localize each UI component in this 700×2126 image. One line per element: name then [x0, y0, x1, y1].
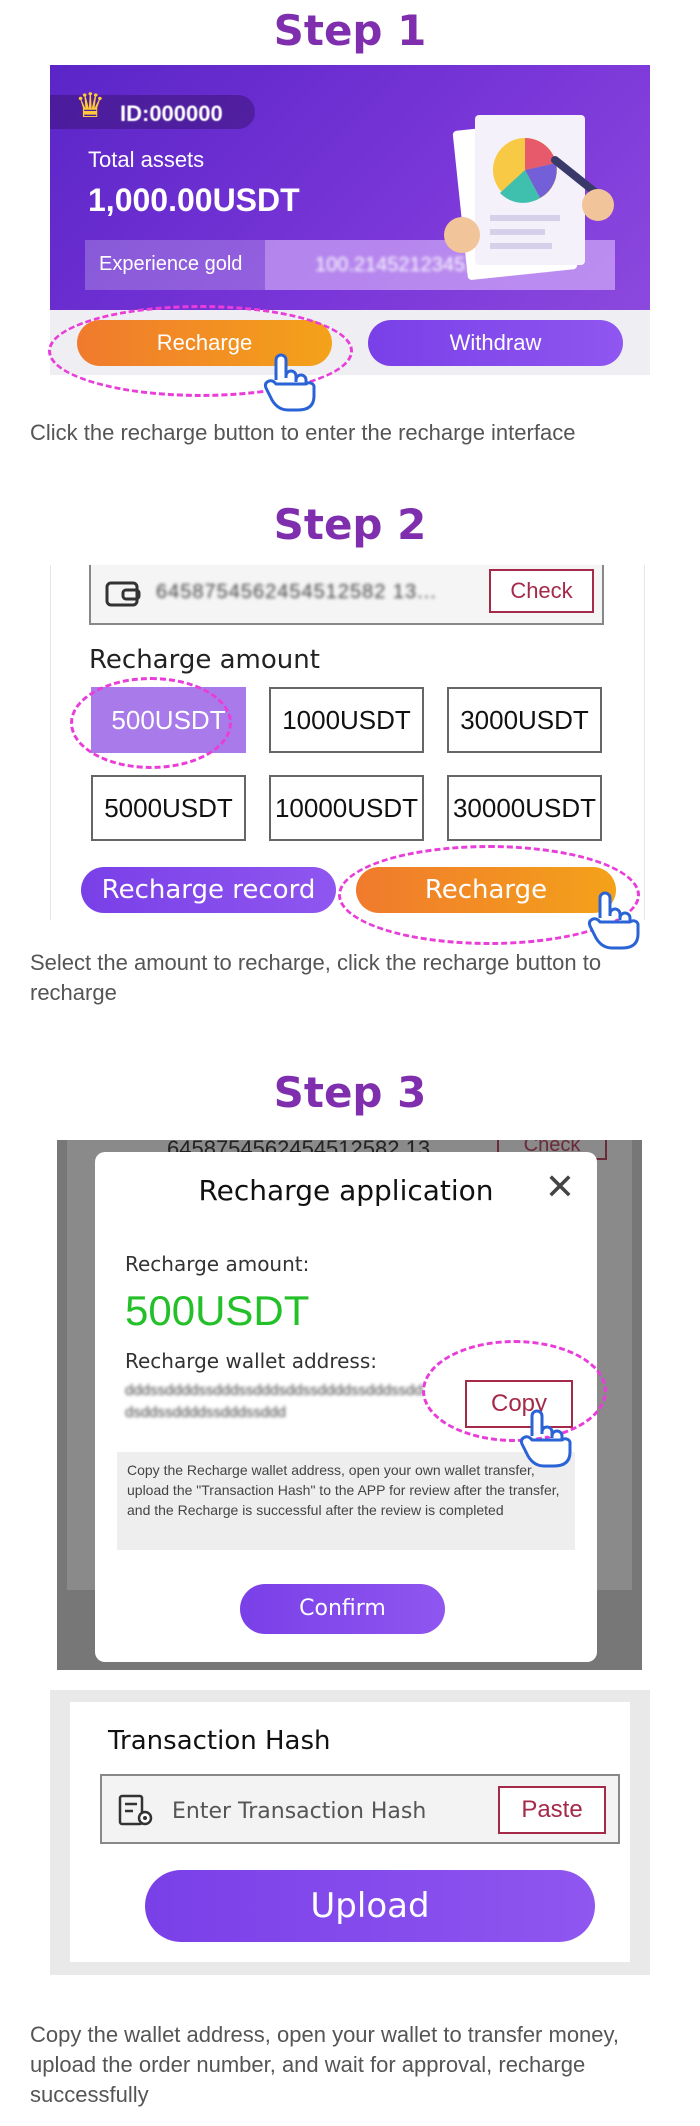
modal-wallet-address: dddssddddssdddssdddsddssddddssdddssdddsd…	[125, 1382, 423, 1421]
step-2-caption: Select the amount to recharge, click the…	[30, 950, 602, 1005]
step-3-caption: Copy the wallet address, open your walle…	[30, 2022, 620, 2107]
pointing-hand-icon	[262, 352, 318, 412]
recharge-amount-label: Recharge amount	[89, 645, 320, 675]
wallet-address: 6458754562454512582 13...	[156, 581, 437, 603]
transaction-hash-card: Transaction Hash Paste Upload	[70, 1702, 630, 1962]
highlight-ellipse	[70, 677, 232, 769]
pointing-hand-icon	[518, 1408, 574, 1468]
amount-option-1000[interactable]: 1000USDT	[269, 687, 424, 753]
modal-instructions: Copy the Recharge wallet address, open y…	[117, 1452, 575, 1550]
transaction-hash-panel: Transaction Hash Paste Upload	[50, 1690, 650, 1975]
paste-button[interactable]: Paste	[498, 1786, 606, 1834]
assets-header: ♛ ID:000000 Total assets 1,000.00USDT Ex…	[50, 65, 650, 310]
amount-option-30000[interactable]: 30000USDT	[447, 775, 602, 841]
step-1-title: Step 1	[273, 6, 427, 55]
transaction-hash-title: Transaction Hash	[108, 1726, 331, 1756]
total-assets-value: 1,000.00USDT	[88, 182, 300, 218]
total-assets-label: Total assets	[88, 147, 205, 172]
pointing-hand-icon	[586, 890, 642, 950]
transaction-hash-input[interactable]	[172, 1794, 472, 1828]
highlight-ellipse	[422, 1340, 607, 1442]
step-1-caption: Click the recharge button to enter the r…	[30, 420, 576, 445]
transaction-hash-field: Paste	[100, 1774, 620, 1844]
confirm-button[interactable]: Confirm	[240, 1584, 445, 1634]
modal-title: Recharge application	[198, 1174, 494, 1207]
user-id: ID:000000	[120, 101, 223, 126]
step-3-title: Step 3	[273, 1068, 427, 1117]
amount-option-3000[interactable]: 3000USDT	[447, 687, 602, 753]
wallet-icon	[105, 581, 141, 607]
withdraw-button[interactable]: Withdraw	[368, 320, 623, 366]
amount-option-10000[interactable]: 10000USDT	[269, 775, 424, 841]
step-2-title: Step 2	[273, 500, 427, 549]
recharge-record-button[interactable]: Recharge record	[81, 867, 336, 913]
upload-button[interactable]: Upload	[145, 1870, 595, 1942]
document-chart-icon	[444, 115, 614, 280]
modal-amount-label: Recharge amount:	[125, 1252, 310, 1276]
modal-amount-value: 500USDT	[125, 1287, 310, 1334]
crown-icon: ♛	[75, 87, 106, 125]
experience-gold-label: Experience gold	[99, 253, 243, 275]
wallet-address-row: 6458754562454512582 13... Check	[89, 565, 604, 625]
modal-address-label: Recharge wallet address:	[125, 1349, 378, 1373]
close-icon[interactable]: ✕	[545, 1166, 575, 1208]
amount-option-5000[interactable]: 5000USDT	[91, 775, 246, 841]
check-button[interactable]: Check	[489, 569, 594, 613]
document-settings-icon	[118, 1794, 153, 1826]
